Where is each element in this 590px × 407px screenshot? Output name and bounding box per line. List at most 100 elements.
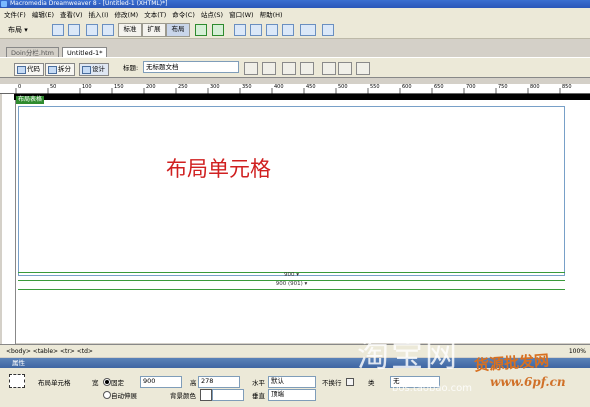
bg-color-input[interactable]	[212, 389, 244, 401]
menu-commands[interactable]: 命令(C)	[172, 9, 195, 19]
ruler-tick-label: 50	[50, 84, 57, 90]
menu-window[interactable]: 窗口(W)	[229, 9, 254, 19]
ruler-tick-label: 150	[114, 84, 124, 90]
ruler-tick-label: 750	[498, 84, 508, 90]
menu-text[interactable]: 文本(T)	[144, 9, 166, 19]
split-view-icon	[48, 66, 57, 74]
app-icon	[1, 1, 7, 7]
height-label: 高	[190, 379, 197, 387]
insert-div-icon[interactable]	[86, 24, 98, 36]
design-view-icon	[82, 66, 91, 74]
ruler-tick-label: 250	[178, 84, 188, 90]
bg-color-swatch[interactable]	[200, 389, 212, 401]
insert-column-left-icon[interactable]	[266, 24, 278, 36]
insert-category-dropdown[interactable]: 布局 ▾	[8, 25, 28, 35]
layout-table-icon[interactable]	[195, 24, 207, 36]
site-url-watermark: www.6pf.cn	[490, 375, 566, 389]
horizontal-ruler[interactable]: 0 50 100 150 200 250 300 350 400 450 500…	[0, 84, 590, 94]
insert-category-label: 布局	[8, 26, 22, 34]
ruler-tick-label: 650	[434, 84, 444, 90]
fixed-width-radio[interactable]	[103, 378, 111, 386]
ruler-tick-label: 0	[18, 84, 22, 90]
ruler-tick-label: 700	[466, 84, 476, 90]
menu-bar: 文件(F) 编辑(E) 查看(V) 插入(I) 修改(M) 文本(T) 命令(C…	[0, 8, 590, 20]
design-view-button[interactable]: 设计	[79, 63, 109, 76]
window-title: Macromedia Dreamweaver 8 - [Untitled-1 (…	[10, 0, 168, 7]
height-input[interactable]: 278	[198, 376, 240, 388]
code-view-label: 代码	[27, 65, 40, 73]
validate-markup-icon[interactable]	[262, 62, 276, 75]
ruler-tick-label: 350	[242, 84, 252, 90]
fixed-width-label: 固定	[111, 379, 124, 387]
doc-title-label: 标题:	[123, 64, 139, 72]
menu-view[interactable]: 查看(V)	[60, 9, 83, 19]
cell-type-label: 布局单元格	[38, 379, 71, 387]
insert-toolbar: 布局 ▾ 标准 扩展 布局	[0, 20, 590, 39]
nowrap-checkbox[interactable]	[346, 378, 354, 386]
h-align-label: 水平	[252, 379, 265, 387]
menu-edit[interactable]: 编辑(E)	[32, 9, 54, 19]
v-align-select[interactable]: 顶端	[268, 389, 316, 401]
insert-row-above-icon[interactable]	[234, 24, 246, 36]
split-view-button[interactable]: 拆分	[45, 63, 75, 76]
vertical-ruler[interactable]	[2, 94, 16, 344]
expanded-mode-button[interactable]: 扩展	[142, 23, 166, 37]
standard-mode-button[interactable]: 标准	[118, 23, 142, 37]
ruler-tick-label: 200	[146, 84, 156, 90]
v-align-label: 垂直	[252, 392, 265, 400]
frames-icon[interactable]	[300, 24, 316, 36]
ruler-tick-label: 100	[82, 84, 92, 90]
menu-file[interactable]: 文件(F)	[4, 9, 26, 19]
class-label: 类	[368, 379, 375, 387]
layout-table-tab[interactable]: 布局表格	[16, 96, 45, 104]
layout-cell-text[interactable]: 布局单元格	[166, 153, 271, 183]
ruler-tick-label: 300	[210, 84, 220, 90]
menu-help[interactable]: 帮助(H)	[260, 9, 283, 19]
ruler-tick-label: 800	[530, 84, 540, 90]
draw-layout-cell-icon[interactable]	[212, 24, 224, 36]
taobao-url-watermark: bos.taobao.com	[392, 383, 472, 394]
design-view-label: 设计	[92, 65, 105, 73]
preview-browser-icon[interactable]	[300, 62, 314, 75]
ruler-tick-label: 500	[338, 84, 348, 90]
code-view-button[interactable]: 代码	[14, 63, 44, 76]
browser-check-icon[interactable]	[244, 62, 258, 75]
ruler-tick-label: 550	[370, 84, 380, 90]
properties-title: 属性	[12, 359, 25, 367]
taobao-watermark: 淘宝网	[357, 336, 460, 374]
table-width-label[interactable]: 900 (901) ▾	[0, 281, 583, 287]
autostretch-radio[interactable]	[103, 391, 111, 399]
refresh-icon[interactable]	[322, 62, 336, 75]
nowrap-label: 不换行	[322, 379, 342, 387]
view-options-icon[interactable]	[338, 62, 352, 75]
ruler-tick-label: 400	[274, 84, 284, 90]
layout-cell[interactable]	[18, 106, 565, 276]
doc-title-input[interactable]: 无标题文档	[143, 61, 239, 73]
column-width-label[interactable]: 900 ▾	[0, 272, 583, 278]
table-bottom-guide	[18, 289, 565, 290]
visual-aids-icon[interactable]	[356, 62, 370, 75]
ruler-tick-label: 450	[306, 84, 316, 90]
canvas-top-bar	[14, 94, 590, 100]
menu-insert[interactable]: 插入(I)	[89, 9, 109, 19]
fixed-width-input[interactable]: 900	[140, 376, 182, 388]
zoom-level[interactable]: 100%	[569, 345, 586, 358]
insert-column-right-icon[interactable]	[282, 24, 294, 36]
draw-ap-div-icon[interactable]	[102, 24, 114, 36]
h-align-select[interactable]: 默认	[268, 376, 316, 388]
ruler-tick-label: 600	[402, 84, 412, 90]
insert-row-below-icon[interactable]	[250, 24, 262, 36]
code-view-icon	[17, 66, 26, 74]
file-management-icon[interactable]	[282, 62, 296, 75]
tabular-data-icon[interactable]	[322, 24, 334, 36]
tag-selector[interactable]: <body> <table> <tr> <td>	[6, 348, 93, 355]
layout-mode-button[interactable]: 布局	[166, 23, 190, 37]
draw-layer-icon[interactable]	[68, 24, 80, 36]
bg-color-label: 背景颜色	[170, 392, 196, 400]
table-icon[interactable]	[52, 24, 64, 36]
width-label: 宽	[92, 379, 99, 387]
menu-site[interactable]: 站点(S)	[201, 9, 223, 19]
menu-modify[interactable]: 修改(M)	[115, 9, 139, 19]
autostretch-label: 自动伸展	[111, 392, 137, 400]
window-title-bar: Macromedia Dreamweaver 8 - [Untitled-1 (…	[0, 0, 590, 8]
